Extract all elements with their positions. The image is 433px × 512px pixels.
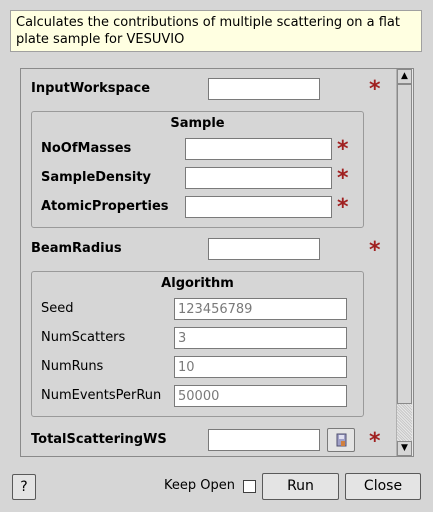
sample-density-label: SampleDensity xyxy=(41,170,152,185)
algorithm-group: Algorithm Seed 123456789 NumScatters 3 N… xyxy=(31,271,364,417)
keep-open-label: Keep Open xyxy=(164,478,235,493)
algorithm-group-title: Algorithm xyxy=(161,276,234,291)
seed-field[interactable]: 123456789 xyxy=(174,298,347,320)
sample-group-title: Sample xyxy=(170,116,225,131)
seed-label: Seed xyxy=(41,301,74,316)
algorithm-description: Calculates the contributions of multiple… xyxy=(10,10,422,52)
input-workspace-label: InputWorkspace xyxy=(31,81,151,96)
close-button[interactable]: Close xyxy=(345,473,421,500)
no-of-masses-label: NoOfMasses xyxy=(41,141,132,156)
required-star-icon: * xyxy=(369,77,381,102)
atomic-properties-label: AtomicProperties xyxy=(41,199,169,214)
input-workspace-field[interactable] xyxy=(208,78,320,100)
arrow-down-icon: ▼ xyxy=(401,443,408,453)
browse-button[interactable] xyxy=(327,428,355,452)
num-events-per-run-label: NumEventsPerRun xyxy=(41,388,162,403)
num-events-per-run-field[interactable]: 50000 xyxy=(174,385,347,407)
num-runs-label: NumRuns xyxy=(41,359,104,374)
beam-radius-field[interactable] xyxy=(208,238,320,260)
save-file-icon xyxy=(336,433,347,447)
run-button[interactable]: Run xyxy=(262,473,339,500)
required-star-icon: * xyxy=(337,166,349,191)
help-button[interactable]: ? xyxy=(12,474,36,500)
total-scattering-ws-field[interactable] xyxy=(208,429,320,451)
scrollbar-thumb[interactable] xyxy=(397,84,412,404)
required-star-icon: * xyxy=(369,238,381,263)
beam-radius-label: BeamRadius xyxy=(31,241,122,256)
vertical-scrollbar[interactable]: ▲ ▼ xyxy=(396,69,413,456)
sample-group: Sample NoOfMasses * SampleDensity * Atom… xyxy=(31,111,364,228)
scroll-up-button[interactable]: ▲ xyxy=(397,69,412,84)
arrow-up-icon: ▲ xyxy=(401,71,408,81)
required-star-icon: * xyxy=(337,195,349,220)
num-runs-field[interactable]: 10 xyxy=(174,356,347,378)
total-scattering-ws-label: TotalScatteringWS xyxy=(31,432,167,447)
num-scatters-label: NumScatters xyxy=(41,330,126,345)
sample-density-field[interactable] xyxy=(185,167,332,189)
num-scatters-field[interactable]: 3 xyxy=(174,327,347,349)
required-star-icon: * xyxy=(337,137,349,162)
required-star-icon: * xyxy=(369,429,381,454)
scrollbar-track[interactable] xyxy=(397,404,412,441)
properties-scroll-area[interactable]: InputWorkspace * Sample NoOfMasses * Sam… xyxy=(20,68,414,457)
atomic-properties-field[interactable] xyxy=(185,196,332,218)
keep-open-checkbox[interactable] xyxy=(243,480,256,493)
scroll-down-button[interactable]: ▼ xyxy=(397,441,412,456)
no-of-masses-field[interactable] xyxy=(185,138,332,160)
